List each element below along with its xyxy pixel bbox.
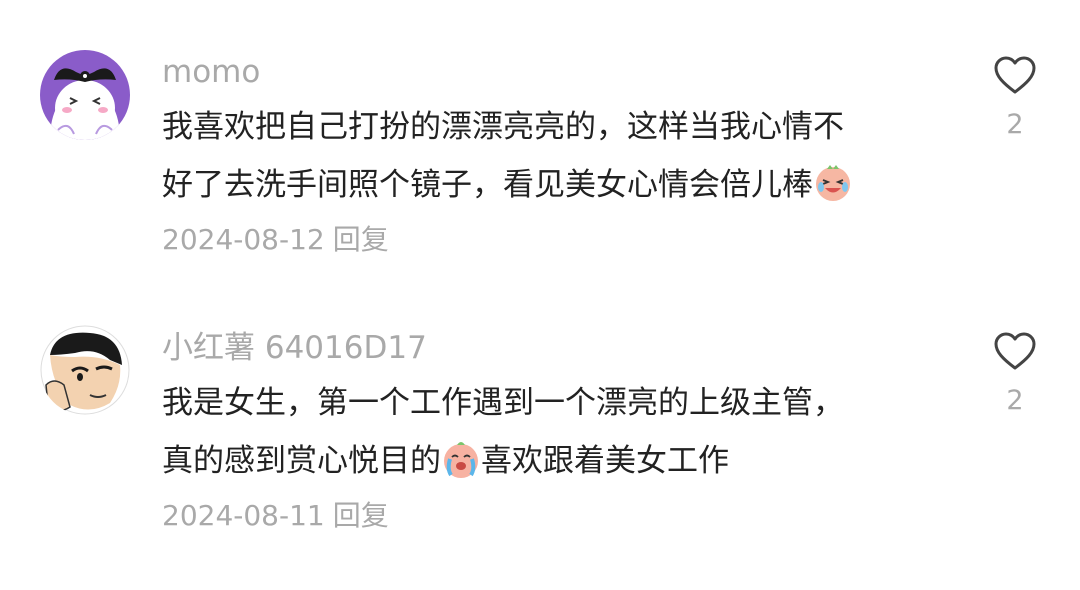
comment-text-segment: 真的感到赏心悦目的 bbox=[162, 443, 441, 479]
comment-text-line: 我喜欢把自己打扮的漂漂亮亮的，这样当我心情不 bbox=[162, 109, 844, 145]
like-count: 2 bbox=[1006, 109, 1024, 140]
comment-text-line: 我是女生，第一个工作遇到一个漂亮的上级主管， bbox=[162, 385, 844, 421]
heart-outline-icon bbox=[994, 332, 1036, 370]
comment-meta: 2024-08-11 回复 bbox=[162, 502, 389, 530]
comment-text-line: 真的感到赏心悦目的 喜欢跟着美女工作 bbox=[162, 432, 962, 490]
comment-username[interactable]: 小红薯 64016D17 bbox=[162, 333, 427, 364]
comment-text-line: 好了去洗手间照个镜子，看见美女心情会倍儿棒 bbox=[162, 156, 962, 214]
comment-meta: 2024-08-12 回复 bbox=[162, 226, 389, 254]
like-button[interactable]: 2 bbox=[990, 55, 1040, 138]
user-avatar[interactable] bbox=[40, 325, 130, 415]
reply-button[interactable]: 回复 bbox=[333, 223, 389, 256]
crying-peach-face-emoji bbox=[444, 442, 478, 478]
reply-button[interactable]: 回复 bbox=[333, 499, 389, 532]
comment-text: 我是女生，第一个工作遇到一个漂亮的上级主管， 真的感到赏心悦目的 喜欢跟着美女工… bbox=[162, 374, 962, 490]
heart-outline-icon bbox=[994, 56, 1036, 94]
kuromi-avatar-image bbox=[40, 50, 130, 140]
comment-date: 2024-08-11 bbox=[162, 499, 325, 532]
laughing-crying-face-emoji bbox=[816, 165, 850, 201]
comment-username[interactable]: momo bbox=[162, 57, 260, 88]
user-avatar[interactable] bbox=[40, 50, 130, 140]
comment-date: 2024-08-12 bbox=[162, 223, 325, 256]
like-button[interactable]: 2 bbox=[990, 331, 1040, 414]
cartoon-boy-avatar-image bbox=[40, 325, 130, 415]
like-count: 2 bbox=[1006, 385, 1024, 416]
comment-text-segment: 喜欢跟着美女工作 bbox=[481, 443, 729, 479]
comment-text-segment: 好了去洗手间照个镜子，看见美女心情会倍儿棒 bbox=[162, 167, 813, 203]
comment-text: 我喜欢把自己打扮的漂漂亮亮的，这样当我心情不 好了去洗手间照个镜子，看见美女心情… bbox=[162, 98, 962, 214]
